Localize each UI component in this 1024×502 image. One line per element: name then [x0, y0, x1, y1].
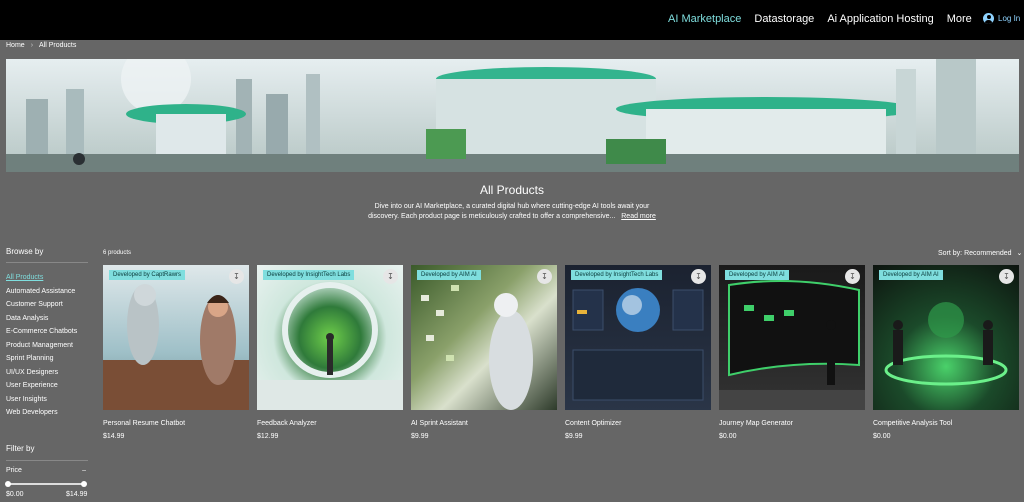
product-name[interactable]: AI Sprint Assistant — [411, 420, 557, 427]
product-card[interactable]: Developed by AIM AI ↧ Journey Map Genera… — [719, 265, 865, 440]
dashboard-globe-illustration — [572, 288, 704, 401]
analysis-room-illustration — [884, 302, 1008, 386]
download-icon[interactable]: ↧ — [999, 269, 1014, 284]
price-min-handle[interactable] — [5, 481, 11, 487]
download-icon[interactable]: ↧ — [229, 269, 244, 284]
breadcrumb-current: All Products — [39, 42, 77, 49]
product-name[interactable]: Journey Map Generator — [719, 420, 865, 427]
price-max-value: $14.99 — [66, 491, 88, 498]
product-price: $12.99 — [257, 433, 279, 440]
product-image[interactable]: Developed by AIM AI ↧ — [719, 265, 865, 410]
developer-badge: Developed by InsightTech Labs — [571, 270, 663, 280]
download-icon[interactable]: ↧ — [691, 269, 706, 284]
robot-sticky-notes-illustration — [421, 285, 533, 410]
product-image[interactable]: Developed by InsightTech Labs ↧ — [257, 265, 403, 410]
user-icon — [983, 13, 994, 24]
price-max-handle[interactable] — [81, 481, 87, 487]
product-card[interactable]: Developed by AIM AI ↧ Competitive Analys… — [873, 265, 1019, 440]
price-filter-toggle[interactable]: Price – — [6, 467, 88, 474]
sidebar-item-user-insights[interactable]: User Insights — [6, 393, 88, 407]
nav-ai-marketplace[interactable]: AI Marketplace — [668, 13, 741, 25]
sidebar-item-data-analysis[interactable]: Data Analysis — [6, 312, 88, 326]
product-price: $9.99 — [411, 433, 429, 440]
breadcrumb-home[interactable]: Home — [6, 42, 25, 49]
product-name[interactable]: Competitive Analysis Tool — [873, 420, 1019, 427]
login-label: Log In — [998, 14, 1021, 23]
sidebar-item-automated-assistance[interactable]: Automated Assistance — [6, 285, 88, 299]
futuristic-city-illustration — [6, 59, 1019, 172]
nav-ai-application-hosting[interactable]: Ai Application Hosting — [827, 13, 933, 25]
top-nav-bar: AI Marketplace Datastorage Ai Applicatio… — [0, 0, 1024, 40]
product-price: $0.00 — [719, 433, 737, 440]
product-image[interactable]: Developed by AIM AI ↧ — [411, 265, 557, 410]
nav-datastorage[interactable]: Datastorage — [754, 13, 814, 25]
developer-badge: Developed by AIM AI — [725, 270, 789, 280]
product-price: $9.99 — [565, 433, 583, 440]
developer-badge: Developed by AIM AI — [879, 270, 943, 280]
product-grid: Developed by CaptRawrs ↧ Personal Resume… — [103, 265, 1024, 440]
developer-badge: Developed by AIM AI — [417, 270, 481, 280]
product-image[interactable]: Developed by InsightTech Labs ↧ — [565, 265, 711, 410]
developer-badge: Developed by CaptRawrs — [109, 270, 186, 280]
sort-label: Sort by: Recommended — [938, 250, 1012, 257]
sidebar-item-e-commerce-chatbots[interactable]: E-Commerce Chatbots — [6, 325, 88, 339]
browse-by-title: Browse by — [6, 247, 88, 263]
product-card[interactable]: Developed by InsightTech Labs ↧ Content … — [565, 265, 711, 440]
sidebar-item-web-developers[interactable]: Web Developers — [6, 406, 88, 420]
product-card[interactable]: Developed by InsightTech Labs ↧ Feedback… — [257, 265, 403, 440]
product-card[interactable]: Developed by AIM AI ↧ AI Sprint Assistan… — [411, 265, 557, 440]
chevron-down-icon: ⌄ — [1016, 250, 1023, 257]
developer-badge: Developed by InsightTech Labs — [263, 270, 355, 280]
product-name[interactable]: Feedback Analyzer — [257, 420, 403, 427]
download-icon[interactable]: ↧ — [845, 269, 860, 284]
intro-line-1: Dive into our AI Marketplace, a curated … — [374, 203, 650, 210]
product-image[interactable]: Developed by CaptRawrs ↧ — [103, 265, 249, 410]
sort-dropdown[interactable]: Sort by: Recommended ⌄ — [938, 249, 1022, 257]
product-count: 6 products — [103, 250, 132, 256]
intro-line-2-text: discovery. Each product page is meticulo… — [368, 213, 616, 220]
login-button[interactable]: Log In — [983, 13, 1020, 24]
hero-banner-image — [6, 59, 1019, 172]
product-price: $0.00 — [873, 433, 891, 440]
sidebar-item-all-products[interactable]: All Products — [6, 271, 88, 285]
intro-section: All Products Dive into our AI Marketplac… — [0, 183, 1024, 222]
filter-by-title: Filter by — [6, 444, 88, 461]
sidebar-item-sprint-planning[interactable]: Sprint Planning — [6, 352, 88, 366]
intro-line-2: discovery. Each product page is meticulo… — [0, 212, 1024, 222]
price-min-value: $0.00 — [6, 491, 24, 498]
robot-and-woman-illustration — [103, 284, 249, 410]
product-price: $14.99 — [103, 433, 125, 440]
journey-screen-illustration — [719, 280, 865, 410]
main-nav: AI Marketplace Datastorage Ai Applicatio… — [668, 13, 985, 25]
breadcrumb: Home › All Products — [6, 42, 76, 49]
price-filter-label: Price — [6, 467, 22, 474]
download-icon[interactable]: ↧ — [537, 269, 552, 284]
product-image[interactable]: Developed by AIM AI ↧ — [873, 265, 1019, 410]
nav-more[interactable]: More — [947, 13, 972, 25]
product-name[interactable]: Personal Resume Chatbot — [103, 420, 249, 427]
green-portal-illustration — [257, 282, 403, 410]
product-card[interactable]: Developed by CaptRawrs ↧ Personal Resume… — [103, 265, 249, 440]
sidebar-item-user-experience[interactable]: User Experience — [6, 379, 88, 393]
sidebar-item-customer-support[interactable]: Customer Support — [6, 298, 88, 312]
page-title: All Products — [479, 183, 545, 197]
download-icon[interactable]: ↧ — [383, 269, 398, 284]
sidebar-item-ui-ux-designers[interactable]: UI/UX Designers — [6, 366, 88, 380]
chevron-right-icon: › — [30, 42, 34, 49]
read-more-link[interactable]: Read more — [621, 213, 656, 220]
collapse-icon[interactable]: – — [82, 467, 86, 474]
price-range-slider[interactable] — [5, 481, 87, 487]
sidebar-browse: Browse by All Products Automated Assista… — [6, 247, 88, 420]
sidebar-item-product-management[interactable]: Product Management — [6, 339, 88, 353]
product-name[interactable]: Content Optimizer — [565, 420, 711, 427]
